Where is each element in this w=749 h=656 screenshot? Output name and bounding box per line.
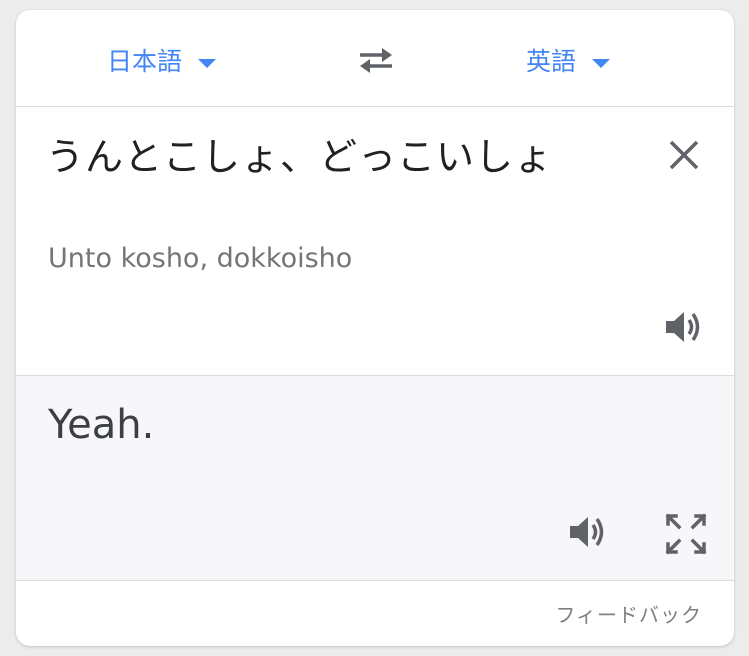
source-language-label: 日本語: [107, 47, 183, 76]
chevron-down-icon: [198, 58, 217, 68]
source-language-selector[interactable]: 日本語: [107, 42, 217, 78]
speaker-icon[interactable]: [566, 512, 610, 552]
target-language-label: 英語: [526, 47, 577, 76]
swap-languages-icon[interactable]: [356, 44, 396, 76]
source-input[interactable]: うんとこしょ、どっこいしょ: [46, 131, 606, 183]
translate-card: 日本語 英語 うんとこしょ、どっこいしょ Unto kosho, dokkois…: [16, 10, 734, 646]
speaker-icon[interactable]: [662, 307, 706, 347]
chevron-down-icon: [592, 58, 611, 68]
source-romanization: Unto kosho, dokkoisho: [48, 243, 353, 274]
translation-panel: Yeah.: [16, 376, 734, 581]
translation-output: Yeah.: [48, 402, 155, 448]
source-panel: うんとこしょ、どっこいしょ Unto kosho, dokkoisho: [16, 107, 734, 376]
close-icon[interactable]: [666, 137, 702, 173]
card-footer: フィードバック: [16, 581, 734, 646]
fullscreen-icon[interactable]: [664, 512, 708, 556]
feedback-link[interactable]: フィードバック: [555, 599, 702, 628]
language-bar: 日本語 英語: [16, 10, 734, 107]
target-language-selector[interactable]: 英語: [526, 42, 611, 78]
